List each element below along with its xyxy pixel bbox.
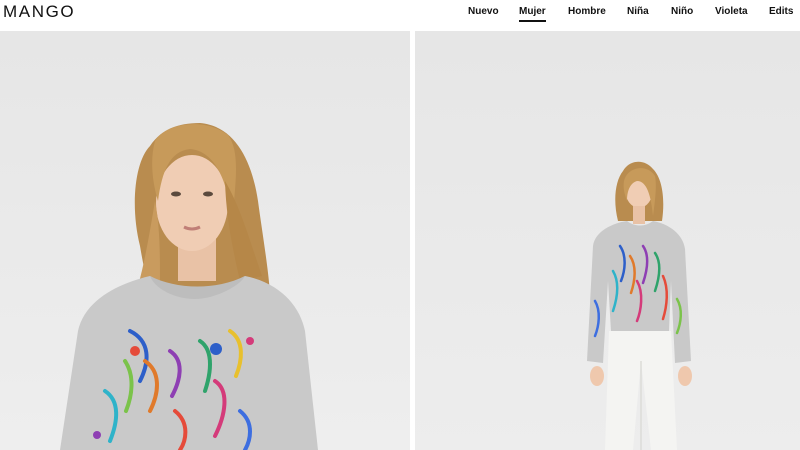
site-header: MANGO Nuevo Mujer Hombre Niña Niño Viole…: [0, 0, 800, 31]
nav-item-edits[interactable]: Edits: [769, 6, 793, 17]
nav-item-violeta[interactable]: Violeta: [715, 6, 748, 17]
nav-item-nino[interactable]: Niño: [671, 6, 693, 17]
product-photo-closeup[interactable]: [0, 31, 410, 450]
nav-item-nina[interactable]: Niña: [627, 6, 649, 17]
product-gallery: [0, 31, 800, 450]
nav-item-nuevo[interactable]: Nuevo: [468, 6, 499, 17]
nav-item-mujer[interactable]: Mujer: [519, 6, 546, 22]
model-closeup-illustration: [0, 31, 410, 450]
model-full-illustration: [415, 31, 800, 450]
main-nav: Nuevo Mujer Hombre Niña Niño Violeta Edi…: [0, 6, 800, 26]
nav-item-hombre[interactable]: Hombre: [568, 6, 606, 17]
product-photo-full[interactable]: [415, 31, 800, 450]
